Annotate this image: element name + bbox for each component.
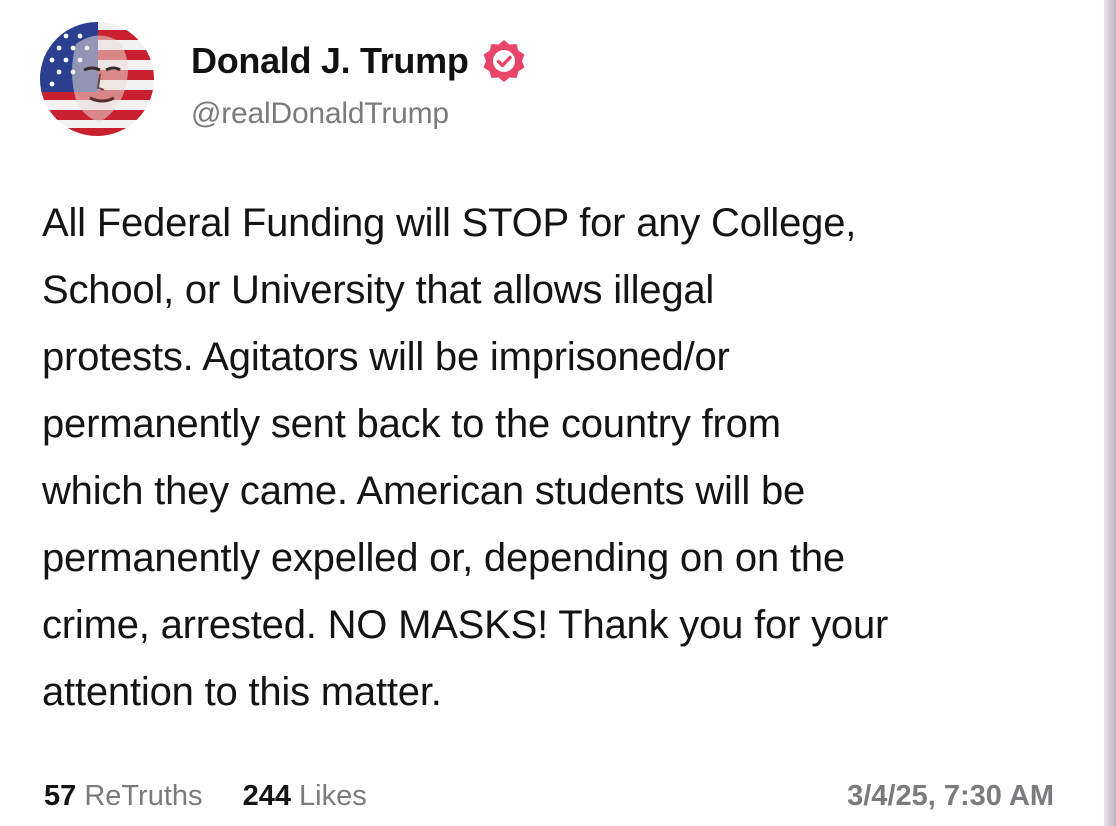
screen-edge xyxy=(1104,0,1116,826)
post-body-line: attention to this matter. xyxy=(42,670,442,714)
likes-count: 244 xyxy=(242,780,291,812)
verified-badge-icon xyxy=(483,40,525,82)
portrait-flag-avatar-icon xyxy=(40,22,154,136)
post-body-line: crime, arrested. NO MASKS! Thank you for… xyxy=(42,603,889,647)
author-handle[interactable]: @realDonaldTrump xyxy=(191,97,449,131)
post-body-line: School, or University that allows illega… xyxy=(42,268,715,312)
post-stats: 57 ReTruths 244 Likes xyxy=(44,780,399,813)
retruths-count: 57 xyxy=(44,780,77,812)
post-body-line: protests. Agitators will be imprisoned/o… xyxy=(42,335,730,379)
post-body: All Federal Funding will STOP for any Co… xyxy=(42,190,1092,726)
post-body-line: All Federal Funding will STOP for any Co… xyxy=(42,201,857,245)
retruths-stat[interactable]: 57 ReTruths xyxy=(44,780,203,812)
post-body-line: permanently expelled or, depending on on… xyxy=(42,536,845,580)
avatar[interactable] xyxy=(40,22,154,136)
author-display-name[interactable]: Donald J. Trump xyxy=(191,40,469,82)
truth-post-card: Donald J. Trump @realDonaldTrump All Fed… xyxy=(0,0,1104,826)
retruths-label: ReTruths xyxy=(84,780,203,812)
post-timestamp[interactable]: 3/4/25, 7:30 AM xyxy=(847,780,1054,813)
likes-label: Likes xyxy=(299,780,367,812)
post-body-line: permanently sent back to the country fro… xyxy=(42,402,781,446)
author-name-row: Donald J. Trump xyxy=(191,38,527,84)
post-body-line: which they came. American students will … xyxy=(42,469,806,513)
likes-stat[interactable]: 244 Likes xyxy=(243,780,367,812)
